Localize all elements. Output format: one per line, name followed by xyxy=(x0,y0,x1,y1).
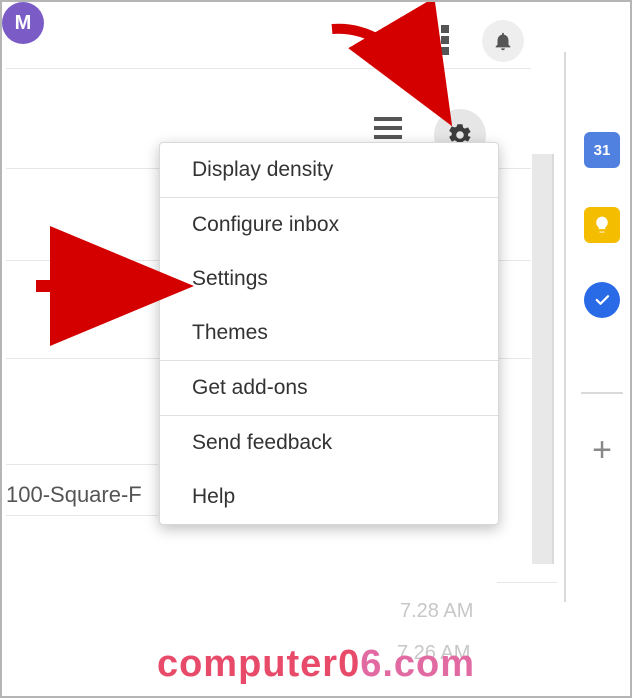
plus-icon: + xyxy=(592,431,612,470)
account-avatar[interactable]: M xyxy=(2,2,44,44)
settings-dropdown-menu: Display density Configure inbox Settings… xyxy=(159,142,499,525)
bell-icon xyxy=(492,30,514,52)
email-row-preview[interactable]: 100-Square-F xyxy=(6,482,142,508)
menu-item-configure-inbox[interactable]: Configure inbox xyxy=(160,198,498,252)
list-divider xyxy=(6,515,158,516)
list-divider xyxy=(6,464,158,465)
menu-item-label: Display density xyxy=(192,158,333,181)
calendar-app-button[interactable]: 31 xyxy=(584,132,620,168)
watermark-text: computer06.com xyxy=(2,643,630,686)
menu-item-label: Send feedback xyxy=(192,431,332,454)
avatar-letter: M xyxy=(15,12,32,35)
scrollbar-track[interactable] xyxy=(532,154,554,564)
annotation-arrow-settings xyxy=(30,254,200,329)
calendar-icon: 31 xyxy=(594,142,611,159)
menu-item-label: Help xyxy=(192,485,235,508)
menu-item-label: Get add-ons xyxy=(192,376,308,399)
lightbulb-icon xyxy=(592,215,612,235)
menu-item-themes[interactable]: Themes xyxy=(160,306,498,360)
menu-item-help[interactable]: Help xyxy=(160,470,498,524)
email-time: 7.28 AM xyxy=(400,600,473,623)
side-panel: 31 + xyxy=(564,52,632,602)
watermark-part1: computer0 xyxy=(157,643,360,685)
side-panel-divider xyxy=(581,392,623,394)
menu-item-label: Configure inbox xyxy=(192,213,339,236)
annotation-arrow-gear xyxy=(322,14,482,159)
tasks-app-button[interactable] xyxy=(584,282,620,318)
list-divider xyxy=(497,582,557,583)
checkmark-icon xyxy=(593,291,611,309)
watermark-part2: 6.com xyxy=(360,643,475,685)
menu-item-get-addons[interactable]: Get add-ons xyxy=(160,361,498,415)
notifications-button[interactable] xyxy=(482,20,524,62)
menu-item-send-feedback[interactable]: Send feedback xyxy=(160,416,498,470)
menu-item-settings[interactable]: Settings xyxy=(160,252,498,306)
menu-item-label: Themes xyxy=(192,321,268,344)
add-app-button[interactable]: + xyxy=(584,432,620,468)
menu-item-label: Settings xyxy=(192,267,268,290)
keep-app-button[interactable] xyxy=(584,207,620,243)
